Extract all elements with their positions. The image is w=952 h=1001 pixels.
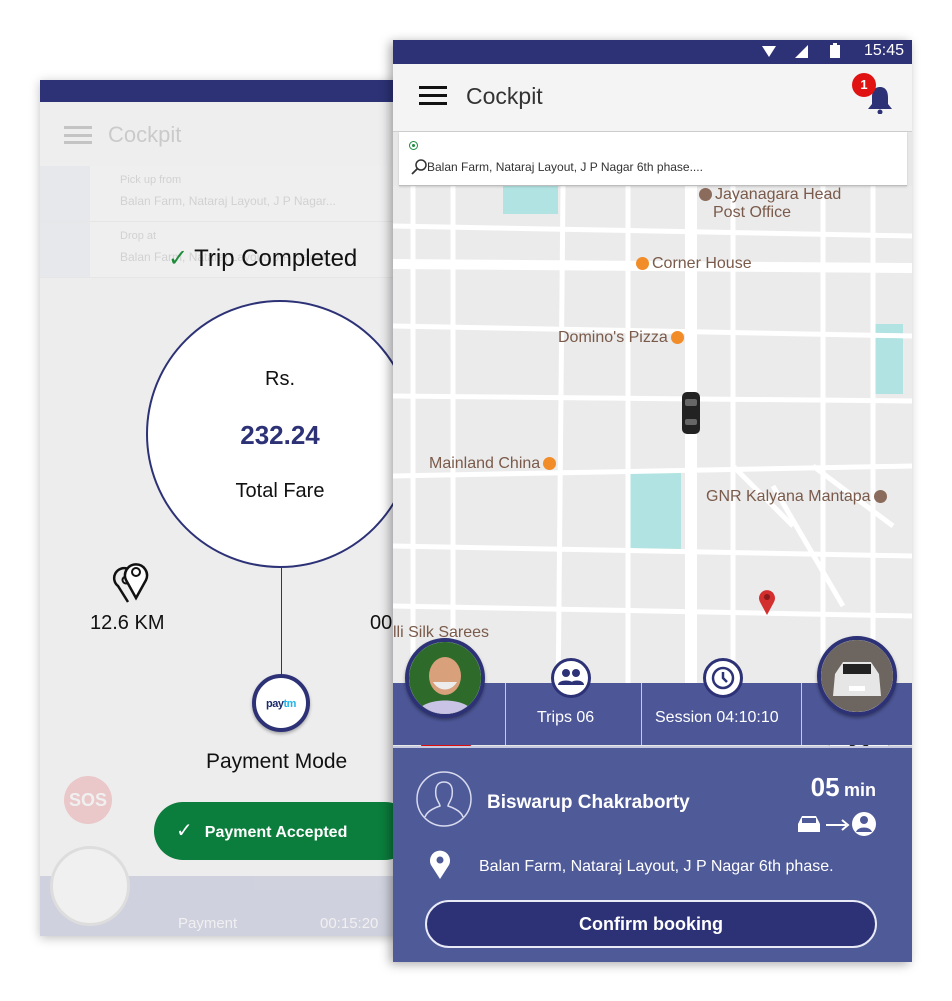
menu-icon[interactable]: [64, 126, 92, 144]
map-place-label: Corner House: [633, 255, 752, 273]
menu-icon[interactable]: [419, 86, 447, 106]
app-bar: Cockpit 1: [393, 64, 912, 132]
driver-photo: [409, 642, 481, 714]
trip-status-text: Trip Completed: [194, 245, 358, 272]
signal-icon: [795, 45, 808, 58]
post-office-icon: [699, 188, 712, 202]
wifi-icon: [762, 46, 776, 57]
search-value: Balan Farm, Nataraj Layout, J P Nagar 6t…: [427, 160, 703, 174]
divider: [641, 683, 642, 745]
location-pin-icon: [430, 850, 450, 879]
destination-pin-icon: [759, 590, 775, 615]
trips-icon: [551, 658, 591, 698]
trip-completed-screen: Cockpit Pick up from Balan Farm, Nataraj…: [40, 80, 400, 936]
fare-currency: Rs.: [265, 368, 295, 390]
timer-label: 00:15:20: [320, 915, 379, 932]
distance-pins-icon: [112, 563, 149, 603]
sos-button[interactable]: SOS: [64, 776, 112, 824]
app-title: Cockpit: [108, 122, 182, 147]
map-place-label: GNR Kalyana Mantapa: [706, 488, 890, 506]
location-search-bar[interactable]: Balan Farm, Nataraj Layout, J P Nagar 6t…: [399, 132, 907, 186]
pickup-field[interactable]: Pick up from Balan Farm, Nataraj Layout,…: [40, 166, 400, 222]
rider-card: Biswarup Chakraborty 05 min Balan Farm, …: [393, 746, 912, 962]
duration-value: 00: [370, 612, 393, 634]
back-icon[interactable]: [40, 166, 90, 221]
restaurant-icon: [636, 257, 649, 271]
search-icon: [411, 159, 427, 175]
payment-label: Payment: [178, 915, 238, 932]
cockpit-screen: 15:45 Cockpit 1 Jayanagara Head Post Off…: [393, 40, 912, 962]
fare-circle: Rs. 232.24 Total Fare: [146, 300, 400, 568]
eta-value: 05: [810, 772, 840, 802]
people-icon: [558, 669, 584, 685]
status-bar: [40, 80, 400, 102]
pizza-icon: [670, 331, 684, 345]
fare-label: Total Fare: [235, 480, 325, 502]
status-time: 15:45: [863, 42, 904, 59]
pickup-value: Balan Farm, Nataraj Layout, J P Nagar...: [120, 194, 336, 208]
drop-label: Drop at: [120, 230, 157, 242]
session-icon: [703, 658, 743, 698]
status-bar: 15:45: [393, 40, 912, 64]
venue-icon: [873, 490, 887, 504]
map-place-label: Jayanagara Head: [696, 186, 841, 204]
check-icon: ✓: [168, 245, 189, 272]
distance-value: 12.6 KM: [90, 612, 165, 634]
map-place-label: Post Office: [713, 204, 791, 221]
rider-name: Biswarup Chakraborty: [487, 792, 690, 813]
fare-amount: 232.24: [240, 420, 320, 450]
divider: [801, 683, 802, 745]
eta-unit: min: [843, 780, 876, 800]
session-timer: Session 04:10:10: [655, 709, 779, 726]
pickup-dot-icon: [409, 141, 418, 150]
rider-address: Balan Farm, Nataraj Layout, J P Nagar 6t…: [479, 858, 834, 875]
notification-badge: 1: [852, 73, 876, 97]
confirm-booking-button[interactable]: Confirm booking: [425, 900, 877, 948]
car-to-rider-icon: [798, 812, 876, 836]
payment-status-text: Payment Accepted: [204, 824, 348, 841]
paytm-tm-text: tm: [283, 698, 297, 710]
paytm-logo: paytm: [252, 674, 310, 732]
user-avatar-icon: [416, 771, 472, 827]
map-place-label: Domino's Pizza: [558, 329, 687, 347]
payment-accepted-button[interactable]: ✓ Payment Accepted: [154, 802, 400, 860]
battery-icon: [830, 43, 840, 58]
user-avatar: [50, 846, 130, 926]
map-place-label: Mainland China: [429, 455, 559, 473]
trips-count: Trips 06: [537, 709, 595, 726]
driver-avatar[interactable]: [405, 638, 485, 718]
vehicle-avatar[interactable]: [817, 636, 897, 716]
car-photo: [821, 640, 893, 712]
back-icon[interactable]: [40, 222, 90, 277]
pickup-label: Pick up from: [120, 174, 182, 186]
clock-icon: [711, 666, 735, 690]
map-view[interactable]: Jayanagara Head Post Office Corner House…: [393, 186, 912, 766]
eta: 05 min: [811, 772, 876, 803]
app-title: Cockpit: [466, 83, 543, 109]
divider: [505, 683, 506, 745]
check-icon: ✓: [176, 820, 193, 842]
app-bar: Cockpit: [40, 102, 400, 166]
restaurant-icon: [543, 457, 557, 471]
paytm-pay-text: pay: [266, 698, 284, 710]
car-marker-icon[interactable]: [681, 391, 701, 435]
connector-line: [281, 568, 282, 678]
trip-completed-heading: ✓ Trip Completed: [168, 244, 357, 273]
payment-mode-label: Payment Mode: [206, 750, 348, 773]
